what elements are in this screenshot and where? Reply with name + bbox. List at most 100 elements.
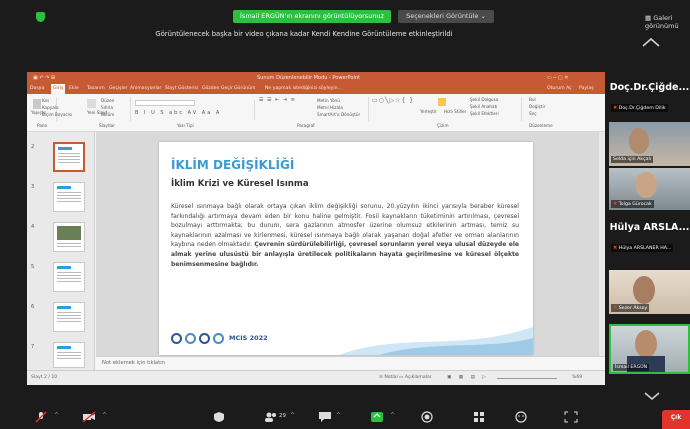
- apps-grid-icon[interactable]: [472, 411, 486, 423]
- share-screen-icon[interactable]: [370, 411, 384, 423]
- conference-logos: MCIS 2022: [171, 331, 268, 345]
- participant-name: Hülya ARSLANER HA...: [618, 246, 672, 251]
- shape-effects-label[interactable]: Şekil Efektleri: [470, 111, 499, 116]
- caret-up-icon[interactable]: ^: [54, 412, 59, 419]
- find-label[interactable]: Bul: [529, 97, 536, 102]
- ppt-title-bar: ▣ ↶ ↷ ⊞ Sunum Düzenlenebilir Modu - Powe…: [27, 72, 605, 84]
- caret-up-icon[interactable]: ^: [336, 412, 341, 419]
- text-direction-label[interactable]: Metin Yönü: [317, 98, 340, 103]
- screen-share-banner: İsmail ERGÜN'ın ekranını görüntülüyorsun…: [233, 10, 391, 23]
- current-slide[interactable]: İKLİM DEĞİŞİKLİĞİ İklim Krizi ve Küresel…: [159, 142, 533, 355]
- zoom-level[interactable]: %69: [572, 371, 582, 385]
- participant-video[interactable]: Selda için Akçalı: [609, 122, 690, 166]
- chevron-down-icon[interactable]: [642, 390, 662, 402]
- record-icon[interactable]: [420, 411, 434, 423]
- participant-tile[interactable]: Hülya ARSLA... ✖ Hülya ARSLANER HA...: [609, 222, 690, 262]
- gallery-view-button[interactable]: ▦ Galeri görünümü: [645, 14, 690, 30]
- participant-video[interactable]: ✖ Sezer Aksoy: [609, 270, 690, 314]
- leave-meeting-button[interactable]: Çık: [662, 410, 690, 429]
- thumb-number: 2: [31, 144, 35, 150]
- vertical-scrollbar[interactable]: [599, 132, 605, 356]
- participant-label: ✖ Sezer Aksoy: [611, 304, 650, 312]
- reset-label[interactable]: Sıfırla: [101, 105, 113, 110]
- sign-in-link[interactable]: Oturum Aç: [547, 84, 572, 94]
- caret-up-icon[interactable]: ^: [102, 412, 107, 419]
- chat-icon[interactable]: [318, 411, 332, 423]
- shape-fill-label[interactable]: Şekil Dolgusu: [470, 97, 498, 102]
- participants-icon[interactable]: [264, 411, 278, 423]
- quick-access-icons[interactable]: ▣ ↶ ↷ ⊞: [33, 72, 55, 84]
- ppt-window-title: Sunum Düzenlenebilir Modu - PowerPoint: [257, 75, 360, 81]
- tab-file[interactable]: Dosya: [30, 84, 44, 94]
- tab-home[interactable]: Giriş: [51, 84, 66, 94]
- gallery-view-label: Galeri görünümü: [645, 14, 679, 30]
- slide-thumbnail-3[interactable]: [53, 182, 85, 212]
- view-buttons[interactable]: ▣ ▦ ▤ ▷: [447, 371, 489, 385]
- tab-design[interactable]: Tasarım: [87, 84, 105, 94]
- security-icon[interactable]: [212, 411, 226, 423]
- participant-name: Tolga Gürocak: [618, 202, 652, 207]
- quick-styles-label[interactable]: Hızlı Stiller: [444, 109, 466, 114]
- select-label[interactable]: Seç: [529, 111, 537, 116]
- slide-thumbnail-4[interactable]: [53, 222, 85, 252]
- shape-outline-label[interactable]: Şekil Anahatı: [470, 104, 497, 109]
- slide-thumbnail-7[interactable]: [53, 342, 85, 368]
- reactions-icon[interactable]: [514, 411, 528, 423]
- comments-toggle[interactable]: ▭ Açıklamalar: [399, 371, 432, 385]
- quick-styles-icon[interactable]: [438, 98, 446, 106]
- share-link[interactable]: Paylaş: [579, 84, 594, 94]
- participant-label: ✖ Doç.Dr.Çiğdem Dilik: [611, 104, 668, 112]
- comments-toggle-label: Açıklamalar: [404, 375, 432, 380]
- tab-view[interactable]: Görünüm: [234, 84, 255, 94]
- mic-muted-icon[interactable]: [34, 411, 48, 423]
- logo-circle-icon: [213, 332, 224, 344]
- tab-animations[interactable]: Animasyonlar: [130, 84, 161, 94]
- tab-transitions[interactable]: Geçişler: [109, 84, 128, 94]
- slide-thumbnail-6[interactable]: [53, 302, 85, 332]
- participant-tile[interactable]: Doç.Dr.Çiğde... ✖ Doç.Dr.Çiğdem Dilik: [609, 82, 690, 120]
- cut-label[interactable]: Kes: [42, 98, 49, 103]
- zoom-slider[interactable]: [497, 378, 557, 379]
- layout-label[interactable]: Düzen: [101, 98, 114, 103]
- tab-review[interactable]: Gözden Geçir: [202, 84, 233, 94]
- replace-label[interactable]: Değiştir: [529, 104, 545, 109]
- mic-muted-icon: ✖: [613, 105, 618, 111]
- logo-circle-icon: [185, 332, 196, 344]
- tab-insert[interactable]: Ekle: [69, 84, 79, 94]
- paste-icon[interactable]: [33, 99, 41, 109]
- align-text-label[interactable]: Metni Hizala: [317, 105, 343, 110]
- format-painter-label[interactable]: Biçim Boyacısı: [42, 112, 72, 117]
- tell-me-search[interactable]: Ne yapmak istediğinizi söyleyin...: [265, 84, 342, 94]
- smartart-label[interactable]: SmartArt'a Dönüştür: [317, 112, 360, 117]
- caret-up-icon[interactable]: ^: [290, 412, 295, 419]
- section-label[interactable]: Bölüm: [101, 112, 114, 117]
- person-silhouette: [635, 330, 657, 358]
- self-view-notice: Görüntülenecek başka bir video çıkana ka…: [155, 30, 453, 38]
- font-controls[interactable]: B I U S abc AV Aa A: [135, 100, 255, 120]
- caret-up-icon[interactable]: ^: [390, 412, 395, 419]
- drawing-controls[interactable]: ▭○╲▷☆{ } Yerleştir Hızlı Stiller Şekil D…: [372, 97, 522, 121]
- slide-thumbnail-2[interactable]: [53, 142, 85, 172]
- thumb-number: 7: [31, 344, 35, 350]
- notes-toggle[interactable]: ≡ Notlar: [379, 371, 398, 385]
- person-silhouette: [635, 172, 657, 198]
- zoom-meeting-window: İsmail ERGÜN'ın ekranını görüntülüyorsun…: [0, 0, 690, 429]
- thumb-number: 6: [31, 304, 35, 310]
- ppt-status-bar: Slayt 2 / 10 ≡ Notlar ▭ Açıklamalar ▣ ▦ …: [27, 370, 605, 385]
- notes-pane[interactable]: Not eklemek için tıklatın: [96, 356, 605, 370]
- mcis-logo-text: MCIS 2022: [229, 334, 268, 342]
- tab-slideshow[interactable]: Slayt Gösterisi: [165, 84, 198, 94]
- video-off-icon[interactable]: [82, 411, 96, 423]
- paragraph-controls[interactable]: ☰ ☰ ⇤ ⇥ ≡ Metin Yönü Metni Hizala SmartA…: [259, 97, 369, 121]
- active-speaker-video[interactable]: İsmail ERGÜN: [609, 324, 690, 374]
- slide-thumbnail-5[interactable]: [53, 262, 85, 292]
- participant-video[interactable]: ✖ Tolga Gürocak: [609, 168, 690, 210]
- arrange-label[interactable]: Yerleştir: [420, 109, 437, 114]
- new-slide-icon[interactable]: [87, 99, 96, 108]
- security-shield-icon[interactable]: [36, 12, 45, 22]
- view-options-button[interactable]: Seçenekleri Görüntüle ⌄: [398, 10, 494, 23]
- window-controls[interactable]: ▭ ─ ▢ ✕: [547, 72, 568, 84]
- fullscreen-icon[interactable]: [564, 411, 578, 423]
- chevron-up-icon[interactable]: [640, 35, 662, 49]
- copy-label[interactable]: Kopyala: [42, 105, 59, 110]
